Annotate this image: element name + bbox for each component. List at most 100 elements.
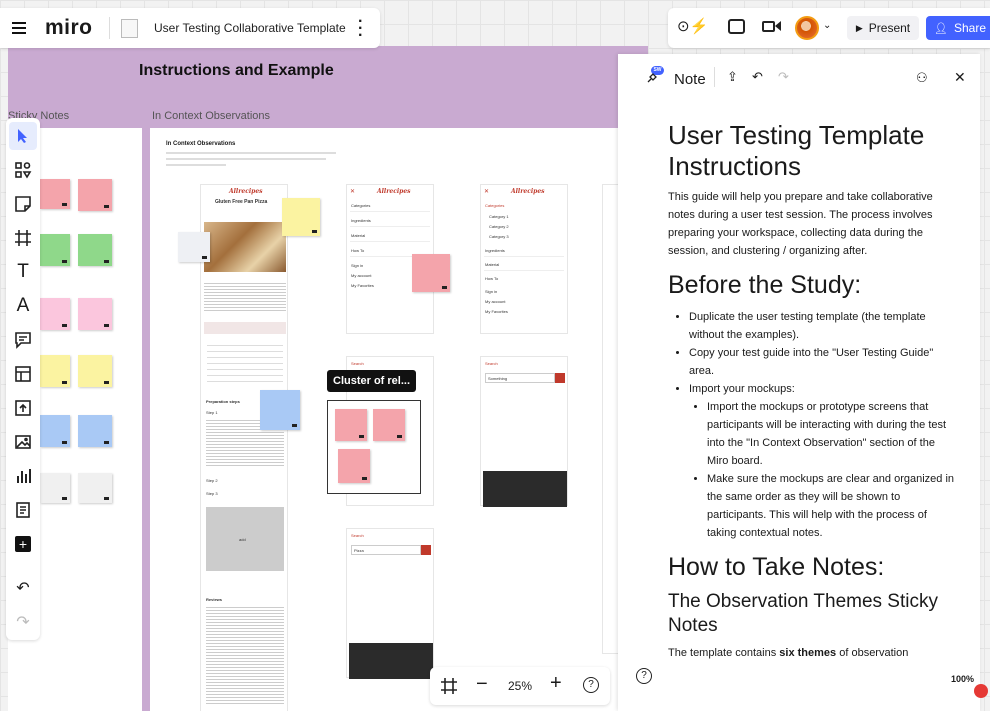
menu-material[interactable]: Material xyxy=(351,233,365,238)
sticky-note-icon[interactable] xyxy=(9,190,37,218)
upload-icon[interactable] xyxy=(9,394,37,422)
menu-how-to[interactable]: How To xyxy=(351,248,364,253)
undo-icon[interactable]: ↶ xyxy=(752,69,763,85)
search-button[interactable] xyxy=(555,373,565,383)
review-list xyxy=(206,605,284,705)
layout-icon[interactable] xyxy=(9,360,37,388)
sticky-note[interactable] xyxy=(40,355,70,387)
sticky-note[interactable] xyxy=(78,179,112,211)
search-pizza-mockup[interactable]: Search Pizza xyxy=(346,528,434,679)
more-tools-icon[interactable]: + xyxy=(9,530,37,558)
comment-tool-icon[interactable] xyxy=(9,326,37,354)
observation-sticky[interactable] xyxy=(282,198,320,236)
menu-categories[interactable]: Categories xyxy=(485,203,504,208)
menu-ingredients[interactable]: Ingredients xyxy=(485,248,505,253)
sticky-note[interactable] xyxy=(78,298,112,330)
help-icon[interactable]: ? xyxy=(583,677,599,693)
search-close[interactable]: Search xyxy=(351,533,364,538)
present-button[interactable]: ▶ Present xyxy=(847,16,919,40)
more-options-icon[interactable]: · · · xyxy=(358,14,363,44)
note-title: Note xyxy=(674,71,706,88)
sticky-note[interactable] xyxy=(40,234,70,266)
menu-my-account[interactable]: My account xyxy=(485,299,505,304)
redo-icon[interactable]: ↷ xyxy=(778,69,789,85)
keyboard[interactable] xyxy=(483,471,567,507)
share-note-icon[interactable]: ⇪ xyxy=(727,69,738,85)
menu-sign-in[interactable]: Sign in xyxy=(485,289,497,294)
category-1[interactable]: Category 1 xyxy=(489,214,509,219)
sticky-note[interactable] xyxy=(40,298,70,330)
divider xyxy=(714,67,715,87)
sticky-note[interactable] xyxy=(40,179,70,209)
note-heading: User Testing Template Instructions xyxy=(668,120,925,181)
reactions-icon[interactable]: ⊙⚡ xyxy=(677,17,713,37)
help-icon[interactable]: ? xyxy=(636,668,652,684)
document-icon[interactable] xyxy=(9,496,37,524)
chevron-down-icon[interactable]: ⌄ xyxy=(823,20,831,31)
undo-icon[interactable]: ↶ xyxy=(9,574,37,602)
board-name[interactable]: User Testing Collaborative Template xyxy=(154,21,346,35)
avatar[interactable] xyxy=(795,16,819,40)
templates-icon[interactable] xyxy=(9,156,37,184)
column-label-in-context: In Context Observations xyxy=(152,110,271,122)
zoom-level[interactable]: 25% xyxy=(508,679,532,693)
cluster-label[interactable]: Cluster of rel... xyxy=(327,370,417,392)
zoom-in-button[interactable]: + xyxy=(550,672,562,695)
keyboard[interactable] xyxy=(349,643,433,679)
sticky-note[interactable] xyxy=(40,473,70,503)
image-icon[interactable] xyxy=(9,428,37,456)
menu-categories[interactable]: Categories xyxy=(351,203,370,208)
note-content[interactable]: User Testing Template Instructions This … xyxy=(668,120,958,662)
clustered-sticky[interactable] xyxy=(335,409,367,441)
redo-icon[interactable]: ↷ xyxy=(9,608,37,636)
sticky-note[interactable] xyxy=(40,415,70,447)
search-button[interactable] xyxy=(421,545,431,555)
observation-sticky[interactable] xyxy=(178,232,210,262)
assign-user-icon[interactable]: ⚇ xyxy=(916,70,928,86)
miro-logo[interactable]: miro xyxy=(45,16,93,40)
sticky-note[interactable] xyxy=(78,355,112,387)
observation-sticky[interactable] xyxy=(412,254,450,292)
recipe-mockup[interactable]: Allrecipes Gluten Free Pan Pizza Prepara… xyxy=(200,184,288,711)
clustered-sticky[interactable] xyxy=(373,409,405,441)
chart-icon[interactable] xyxy=(9,462,37,490)
menu-my-account[interactable]: My account xyxy=(351,273,371,278)
category-2[interactable]: Category 2 xyxy=(489,224,509,229)
search-close[interactable]: Search xyxy=(485,361,498,366)
recipe-photo xyxy=(204,222,286,272)
search-keyboard-mockup[interactable]: Search Something xyxy=(480,356,568,507)
menu-my-favorites[interactable]: My Favorites xyxy=(485,309,508,314)
share-button[interactable]: 👤︎ Share xyxy=(926,16,990,40)
menu-material[interactable]: Material xyxy=(485,262,499,267)
notification-badge[interactable] xyxy=(974,684,988,698)
categories-mockup[interactable]: ✕ Allrecipes Categories Category 1 Categ… xyxy=(480,184,568,334)
sticky-note[interactable] xyxy=(78,415,112,447)
close-icon[interactable]: ✕ xyxy=(350,188,355,195)
zoom-out-button[interactable]: − xyxy=(476,673,488,696)
clustered-sticky[interactable] xyxy=(338,449,370,483)
comment-icon[interactable] xyxy=(728,19,745,34)
observation-sticky[interactable] xyxy=(260,390,300,430)
close-icon[interactable]: ✕ xyxy=(484,188,489,195)
text-icon[interactable]: T xyxy=(9,258,37,286)
category-3[interactable]: Category 3 xyxy=(489,234,509,239)
menu-ingredients[interactable]: Ingredients xyxy=(351,218,371,223)
sticky-note[interactable] xyxy=(78,234,112,266)
frame-icon[interactable] xyxy=(9,224,37,252)
fit-to-screen-icon[interactable] xyxy=(440,677,458,695)
action-buttons[interactable] xyxy=(204,322,286,334)
search-close[interactable]: Search xyxy=(351,361,364,366)
menu-my-favorites[interactable]: My Favorites xyxy=(351,283,374,288)
mockup-logo: Allrecipes xyxy=(511,188,545,195)
menu-how-to[interactable]: How To xyxy=(485,276,498,281)
search-input-value: Pizza xyxy=(354,548,364,553)
cluster-frame[interactable] xyxy=(327,400,421,494)
pen-icon[interactable]: A xyxy=(9,292,37,320)
menu-icon[interactable] xyxy=(12,20,26,34)
select-tool[interactable] xyxy=(9,122,37,150)
menu-sign-in[interactable]: Sign in xyxy=(351,263,363,268)
sticky-note[interactable] xyxy=(78,473,112,503)
video-icon[interactable] xyxy=(762,21,775,32)
board-thumbnail-icon[interactable] xyxy=(121,19,138,38)
close-icon[interactable]: ✕ xyxy=(954,69,966,86)
